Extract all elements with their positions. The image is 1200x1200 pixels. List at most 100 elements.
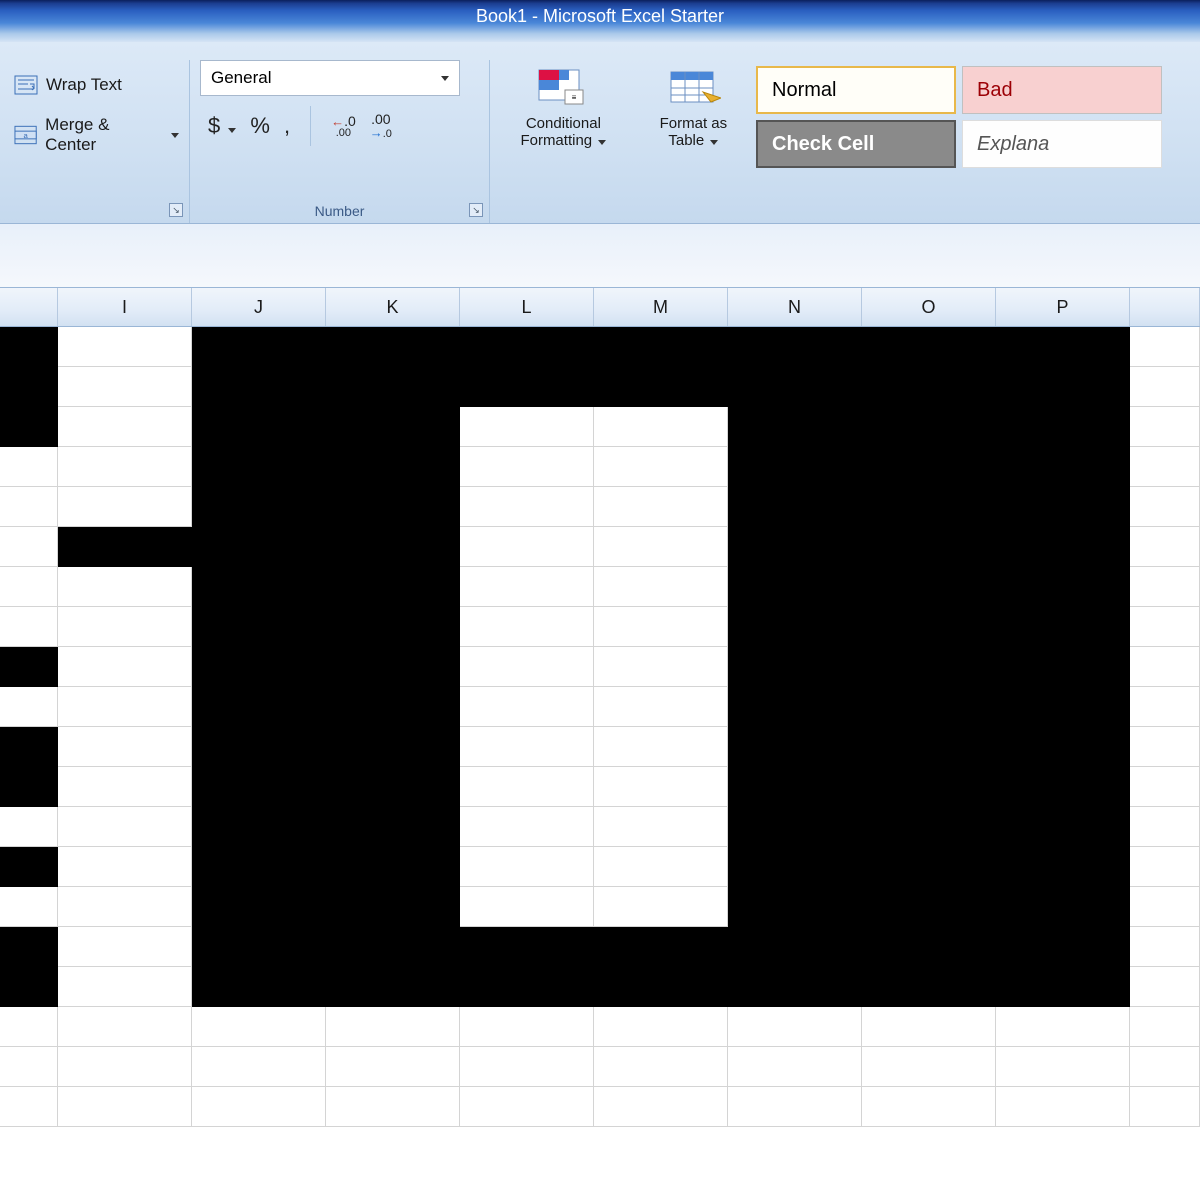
column-header[interactable]: L <box>460 288 594 326</box>
cell[interactable] <box>460 887 594 927</box>
cell[interactable] <box>728 447 862 487</box>
cell[interactable] <box>326 847 460 887</box>
cell[interactable] <box>460 647 594 687</box>
cell[interactable] <box>0 487 58 527</box>
cell[interactable] <box>996 927 1130 967</box>
cell[interactable] <box>192 647 326 687</box>
cell[interactable] <box>594 607 728 647</box>
conditional-formatting-button[interactable]: ≡ Conditional Formatting <box>500 66 627 149</box>
cell[interactable] <box>58 487 192 527</box>
cell[interactable] <box>862 687 996 727</box>
cell-grid[interactable] <box>0 327 1200 1127</box>
column-header[interactable]: I <box>58 288 192 326</box>
cell[interactable] <box>728 687 862 727</box>
cell[interactable] <box>996 847 1130 887</box>
cell[interactable] <box>862 727 996 767</box>
cell[interactable] <box>1130 1007 1200 1047</box>
cell[interactable] <box>58 327 192 367</box>
cell[interactable] <box>58 367 192 407</box>
cell[interactable] <box>594 1047 728 1087</box>
cell[interactable] <box>1130 607 1200 647</box>
cell[interactable] <box>0 647 58 687</box>
cell[interactable] <box>192 727 326 767</box>
cell[interactable] <box>58 887 192 927</box>
column-header[interactable]: P <box>996 288 1130 326</box>
cell[interactable] <box>862 887 996 927</box>
cell[interactable] <box>862 607 996 647</box>
cell[interactable] <box>460 407 594 447</box>
cell[interactable] <box>594 327 728 367</box>
cell[interactable] <box>460 447 594 487</box>
cell[interactable] <box>0 367 58 407</box>
cell[interactable] <box>594 807 728 847</box>
cell[interactable] <box>326 527 460 567</box>
cell[interactable] <box>728 927 862 967</box>
cell[interactable] <box>1130 327 1200 367</box>
cell[interactable] <box>594 1007 728 1047</box>
cell[interactable] <box>58 527 192 567</box>
cell[interactable] <box>996 527 1130 567</box>
percent-button[interactable]: % <box>250 113 270 139</box>
cell[interactable] <box>862 967 996 1007</box>
column-header[interactable]: M <box>594 288 728 326</box>
cell[interactable] <box>728 487 862 527</box>
cell[interactable] <box>862 407 996 447</box>
cell[interactable] <box>326 927 460 967</box>
cell[interactable] <box>192 527 326 567</box>
cell[interactable] <box>460 687 594 727</box>
cell[interactable] <box>1130 967 1200 1007</box>
cell[interactable] <box>58 967 192 1007</box>
cell[interactable] <box>862 487 996 527</box>
cell[interactable] <box>594 567 728 607</box>
cell[interactable] <box>326 967 460 1007</box>
cell[interactable] <box>460 1087 594 1127</box>
cell[interactable] <box>1130 367 1200 407</box>
cell[interactable] <box>996 1047 1130 1087</box>
cell[interactable] <box>1130 887 1200 927</box>
cell[interactable] <box>862 847 996 887</box>
cell[interactable] <box>862 1007 996 1047</box>
cell[interactable] <box>326 327 460 367</box>
cell[interactable] <box>58 607 192 647</box>
cell[interactable] <box>1130 767 1200 807</box>
cell[interactable] <box>996 767 1130 807</box>
cell[interactable] <box>594 687 728 727</box>
cell[interactable] <box>0 767 58 807</box>
cell[interactable] <box>996 567 1130 607</box>
column-header[interactable]: N <box>728 288 862 326</box>
cell[interactable] <box>594 967 728 1007</box>
cell[interactable] <box>1130 847 1200 887</box>
cell[interactable] <box>326 727 460 767</box>
cell[interactable] <box>326 767 460 807</box>
cell[interactable] <box>58 647 192 687</box>
cell[interactable] <box>862 927 996 967</box>
cell[interactable] <box>594 447 728 487</box>
cell[interactable] <box>594 647 728 687</box>
cell[interactable] <box>460 807 594 847</box>
cell[interactable] <box>594 727 728 767</box>
cell-style-bad[interactable]: Bad <box>962 66 1162 114</box>
cell[interactable] <box>0 607 58 647</box>
cell[interactable] <box>862 567 996 607</box>
cell[interactable] <box>862 327 996 367</box>
cell[interactable] <box>0 887 58 927</box>
cell[interactable] <box>326 887 460 927</box>
cell[interactable] <box>728 1007 862 1047</box>
cell[interactable] <box>460 607 594 647</box>
cell[interactable] <box>594 407 728 447</box>
cell[interactable] <box>996 367 1130 407</box>
cell[interactable] <box>1130 807 1200 847</box>
cell[interactable] <box>0 1007 58 1047</box>
cell[interactable] <box>1130 647 1200 687</box>
cell[interactable] <box>728 807 862 847</box>
cell[interactable] <box>594 767 728 807</box>
cell[interactable] <box>58 407 192 447</box>
number-dialog-launcher[interactable]: ↘ <box>469 203 483 217</box>
cell[interactable] <box>996 727 1130 767</box>
cell[interactable] <box>1130 407 1200 447</box>
cell[interactable] <box>0 967 58 1007</box>
comma-style-button[interactable]: , <box>284 113 290 139</box>
cell[interactable] <box>862 447 996 487</box>
formula-bar-area[interactable] <box>0 224 1200 288</box>
cell[interactable] <box>192 927 326 967</box>
